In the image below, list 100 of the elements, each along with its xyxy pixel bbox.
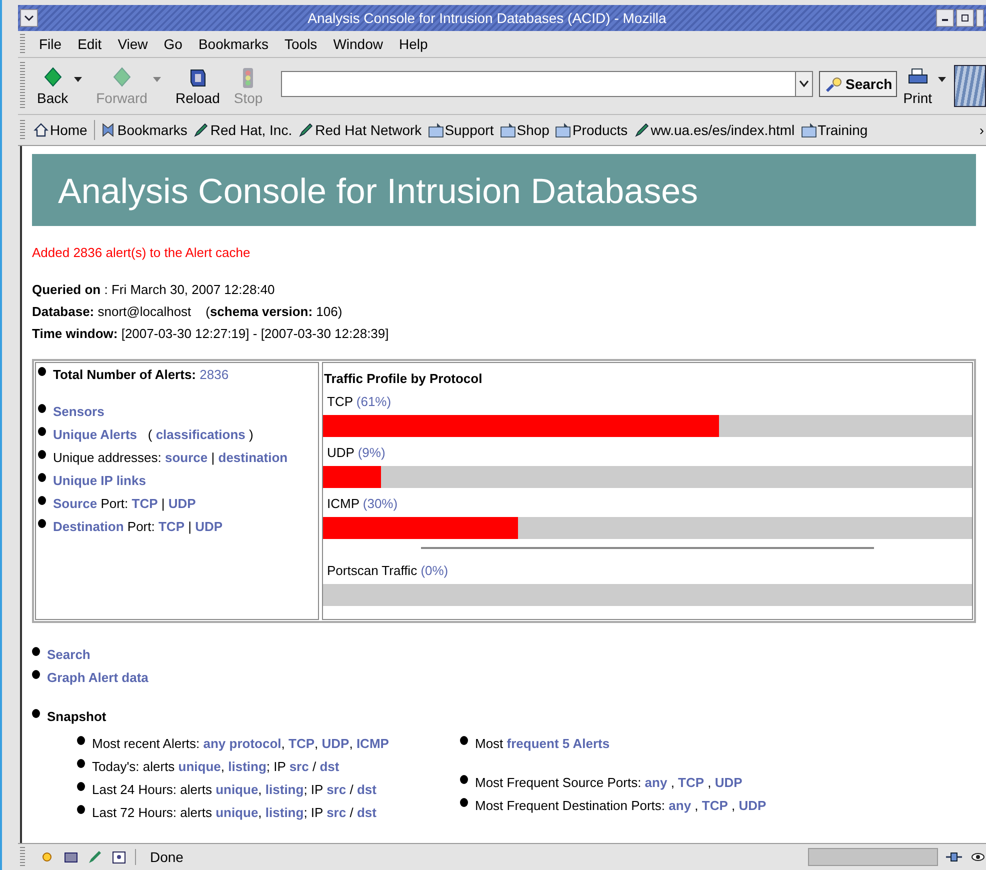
menu-item[interactable]: File bbox=[31, 36, 70, 52]
link[interactable]: listing bbox=[265, 805, 304, 820]
dropdown-caret-icon[interactable] bbox=[74, 76, 82, 82]
url-field[interactable] bbox=[280, 71, 812, 97]
menu-item[interactable]: Edit bbox=[70, 36, 110, 52]
page-banner: Analysis Console for Intrusion Databases bbox=[32, 154, 976, 226]
link[interactable]: destination bbox=[218, 450, 288, 465]
summary-line: Unique Alerts ( classifications ) bbox=[53, 427, 254, 442]
bookmark-item[interactable]: Bookmarks bbox=[98, 122, 192, 138]
link[interactable]: unique bbox=[216, 805, 258, 820]
link[interactable]: Search bbox=[47, 647, 90, 662]
link[interactable]: TCP bbox=[132, 496, 158, 511]
bullet-icon bbox=[460, 798, 468, 807]
snapshot-line: Most Frequent Destination Ports: any , TCP , UDP bbox=[475, 798, 766, 813]
pen-icon[interactable] bbox=[87, 849, 103, 865]
snapshot-line: Most recent Alerts: any protocol, TCP, UDP, ICMP bbox=[92, 736, 389, 751]
link[interactable]: TCP bbox=[678, 775, 704, 790]
link[interactable]: unique bbox=[178, 759, 221, 774]
snapshot-line: Most frequent 5 Alerts bbox=[475, 736, 610, 751]
link[interactable]: Source bbox=[53, 496, 98, 511]
link[interactable]: TCP bbox=[702, 798, 728, 813]
bookmark-item[interactable]: Support bbox=[426, 122, 498, 138]
link[interactable]: src bbox=[326, 782, 346, 797]
protocol-label: UDP (9%) bbox=[327, 445, 386, 460]
link[interactable]: dst bbox=[356, 782, 376, 797]
link[interactable]: ICMP bbox=[356, 736, 389, 751]
link[interactable]: Graph Alert data bbox=[47, 670, 148, 685]
print-button[interactable]: Print bbox=[897, 66, 938, 106]
link[interactable]: any protocol bbox=[203, 736, 282, 751]
bookmark-icon bbox=[100, 122, 116, 138]
bookmark-item[interactable]: ww.ua.es/es/index.html bbox=[632, 122, 799, 138]
link[interactable]: Sensors bbox=[53, 404, 104, 419]
traffic-title: Traffic Profile by Protocol bbox=[324, 371, 484, 386]
notice-text: Added 2836 alert(s) to the Alert cache bbox=[32, 245, 252, 260]
link[interactable]: UDP bbox=[195, 519, 223, 534]
bookmark-item[interactable]: Products bbox=[553, 122, 632, 138]
menu-item[interactable]: Tools bbox=[276, 36, 326, 52]
bullet-icon bbox=[32, 709, 40, 718]
maximize-button[interactable] bbox=[956, 9, 974, 27]
menu-item[interactable]: Go bbox=[156, 36, 190, 52]
link[interactable]: Unique IP links bbox=[53, 473, 146, 488]
link[interactable]: source bbox=[165, 450, 208, 465]
bookmark-item[interactable]: Home bbox=[31, 122, 92, 138]
folder-icon bbox=[555, 122, 572, 138]
link[interactable]: any bbox=[668, 798, 692, 813]
status-text: Done bbox=[135, 849, 800, 865]
link[interactable]: src bbox=[289, 759, 309, 774]
link[interactable]: dst bbox=[320, 759, 340, 774]
bookmark-item[interactable]: Training bbox=[798, 122, 872, 138]
menu-item[interactable]: Bookmarks bbox=[190, 36, 276, 52]
minimize-button[interactable] bbox=[936, 9, 954, 27]
info-line: Queried on : Fri March 30, 2007 12:28:40 bbox=[32, 282, 275, 297]
menu-item[interactable]: View bbox=[110, 36, 156, 52]
bookmark-item[interactable]: Red Hat Network bbox=[296, 122, 426, 138]
link[interactable]: frequent 5 Alerts bbox=[506, 736, 610, 751]
snapshot-line: Most Frequent Source Ports: any , TCP , UDP bbox=[475, 775, 742, 790]
overflow-chevron[interactable]: › bbox=[979, 122, 986, 138]
bullet-icon bbox=[460, 775, 468, 784]
url-dropdown-button[interactable] bbox=[794, 72, 812, 96]
pen-icon bbox=[193, 122, 210, 138]
bookmark-item[interactable]: Red Hat, Inc. bbox=[191, 122, 296, 138]
menu-item[interactable]: Window bbox=[325, 36, 391, 52]
bullet-icon bbox=[32, 670, 40, 679]
throbber-logo bbox=[954, 65, 986, 107]
bullet-icon bbox=[38, 427, 46, 436]
link[interactable]: UDP bbox=[168, 496, 196, 511]
address-book-icon[interactable] bbox=[111, 849, 127, 865]
search-icon bbox=[824, 76, 844, 92]
link[interactable]: listing bbox=[265, 782, 304, 797]
bullet-icon bbox=[460, 736, 468, 745]
link[interactable]: src bbox=[326, 805, 346, 820]
bullet-icon bbox=[38, 473, 46, 482]
link[interactable]: Unique Alerts bbox=[53, 427, 138, 442]
link[interactable]: UDP bbox=[738, 798, 766, 813]
pen-icon bbox=[298, 122, 314, 138]
link[interactable]: unique bbox=[216, 782, 258, 797]
info-line: Database: snort@localhost (schema version: 106) bbox=[32, 304, 342, 319]
link[interactable]: classifications bbox=[156, 427, 246, 442]
toolbar-button[interactable]: Back bbox=[31, 66, 74, 106]
search-button[interactable]: Search bbox=[818, 71, 898, 97]
toolbar-button[interactable]: Reload bbox=[169, 66, 226, 106]
dropdown-caret-icon[interactable] bbox=[938, 76, 946, 82]
bookmark-item[interactable]: Shop bbox=[498, 122, 554, 138]
summary-line: Total Number of Alerts: 2836 bbox=[53, 367, 229, 382]
link[interactable]: UDP bbox=[322, 736, 350, 751]
link[interactable]: Destination bbox=[53, 519, 124, 534]
menu-item[interactable]: Help bbox=[390, 36, 436, 52]
link[interactable]: TCP bbox=[158, 519, 184, 534]
link[interactable]: TCP bbox=[288, 736, 315, 751]
link[interactable]: listing bbox=[228, 759, 266, 774]
link[interactable]: any bbox=[644, 775, 668, 790]
bullet-icon bbox=[77, 805, 85, 814]
link[interactable]: UDP bbox=[714, 775, 742, 790]
bullet-icon bbox=[38, 367, 46, 376]
window-menu-button[interactable] bbox=[20, 9, 38, 27]
protocol-label: Portscan Traffic (0%) bbox=[327, 563, 450, 578]
link[interactable]: dst bbox=[356, 805, 376, 820]
maximize-icon bbox=[960, 13, 970, 23]
bullet-icon bbox=[38, 519, 46, 528]
summary-line: Destination Port: TCP | UDP bbox=[53, 519, 223, 534]
